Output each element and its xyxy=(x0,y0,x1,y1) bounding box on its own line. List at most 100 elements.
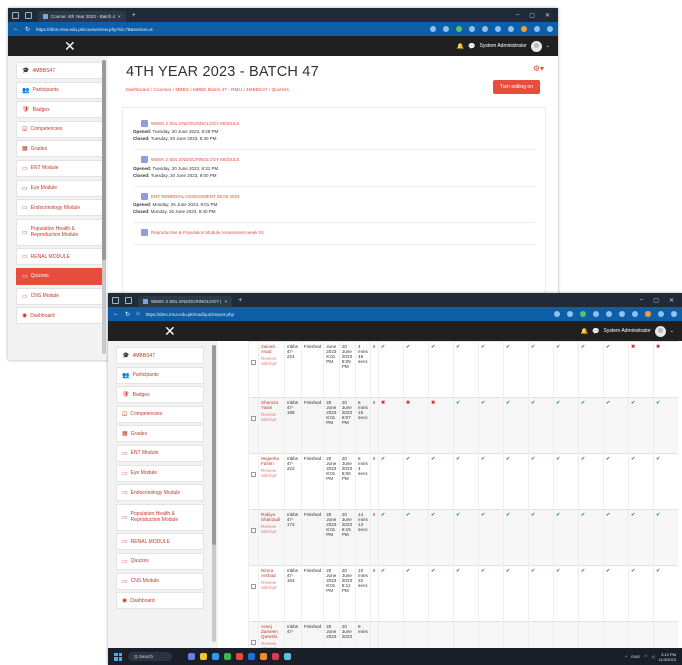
avatar[interactable] xyxy=(530,40,542,52)
quiz-link[interactable]: Reproductive & Population Module Assessm… xyxy=(141,229,535,237)
collections-icon[interactable] xyxy=(619,311,625,317)
avatar[interactable] xyxy=(654,325,666,337)
sidebar-item-participants[interactable]: 👥 Participants xyxy=(116,366,204,384)
extension-icon[interactable] xyxy=(469,26,475,32)
sidebar-item-population-health-reproduction-module[interactable]: ▭ Population Health & Reproduction Module xyxy=(16,218,104,246)
browser-tab-course[interactable]: Course: 4th Year 2023 - Batch 4 × xyxy=(38,11,126,22)
grade-link[interactable]: 6 xyxy=(373,400,376,405)
correct-mark[interactable]: ✔ · xyxy=(556,344,576,350)
sidebar-item-badges[interactable]: 🛡 Badges xyxy=(116,386,204,404)
close-drawer-icon[interactable]: ✕ xyxy=(64,38,76,55)
favorite-icon[interactable] xyxy=(443,26,449,32)
correct-mark[interactable]: ✔ · xyxy=(631,400,651,406)
correct-mark[interactable]: ✔ · xyxy=(531,568,551,574)
correct-mark[interactable]: ✔ · xyxy=(381,568,401,574)
tab-close-icon[interactable]: × xyxy=(118,14,121,19)
chrome-icon[interactable] xyxy=(224,653,231,660)
gear-icon[interactable]: ⚙▾ xyxy=(533,64,544,73)
user-menu[interactable]: 🔔 💬 System Administrator ⌄ xyxy=(457,40,550,52)
row-checkbox[interactable] xyxy=(251,640,256,645)
app-icon[interactable] xyxy=(284,653,291,660)
profile-avatar-icon[interactable] xyxy=(658,311,664,317)
sidebar-item-eye-module[interactable]: ▭ Eye Module xyxy=(16,179,104,197)
correct-mark[interactable]: ✔ · xyxy=(506,512,526,518)
extension-icon[interactable] xyxy=(430,26,436,32)
correct-mark[interactable]: ✔ · xyxy=(506,400,526,406)
sidebar-item-competencies[interactable]: ☑ Competencies xyxy=(16,120,104,138)
word-icon[interactable] xyxy=(248,653,255,660)
student-name[interactable]: Sharoza Yasin xyxy=(261,400,278,410)
correct-mark[interactable]: ✔ · xyxy=(481,400,501,406)
review-attempt-link[interactable]: Review attempt xyxy=(261,356,282,366)
browser-tab-quiz-report[interactable]: WEEK 2 SDL ENDOCRINOLOGY | × xyxy=(138,296,233,307)
minimize-icon[interactable]: – xyxy=(516,12,519,19)
extension-icon[interactable] xyxy=(554,311,560,317)
sidebar-item-renal-module[interactable]: ▭ RENAL MODULE xyxy=(16,248,104,266)
grade-link[interactable]: 9 xyxy=(373,456,376,461)
sidebar-item-grades[interactable]: ▦ Grades xyxy=(16,140,104,158)
correct-mark[interactable]: ✔ · xyxy=(631,568,651,574)
bell-icon[interactable]: 🔔 xyxy=(457,43,464,50)
correct-mark[interactable]: ✔ · xyxy=(531,400,551,406)
quiz-link[interactable]: WEEK 2 SDL ENDOCRINOLOGY MODULE xyxy=(141,120,535,127)
grade-link[interactable]: 8 xyxy=(373,344,376,349)
turn-editing-on-button[interactable]: Turn editing on xyxy=(492,80,540,94)
chat-icon[interactable]: 💬 xyxy=(468,43,475,50)
new-tab-icon[interactable]: + xyxy=(132,12,136,19)
correct-mark[interactable]: ✔ · xyxy=(606,400,626,406)
sidebar-item-cns-module[interactable]: ▭ CNS Module xyxy=(16,287,104,305)
row-checkbox[interactable] xyxy=(251,584,256,589)
correct-mark[interactable]: ✔ · xyxy=(406,568,426,574)
profile-icon[interactable] xyxy=(12,11,19,19)
correct-mark[interactable]: ✔ · xyxy=(381,344,401,350)
correct-mark[interactable]: ✔ · xyxy=(581,344,601,350)
sidebar-item-competencies[interactable]: ☑ Competencies xyxy=(116,405,204,423)
row-checkbox[interactable] xyxy=(251,528,256,533)
row-checkbox[interactable] xyxy=(251,472,256,477)
sidebar-item-grades[interactable]: ▦ Grades xyxy=(116,425,204,443)
correct-mark[interactable]: ✔ · xyxy=(406,344,426,350)
sidebar-item-dashboard[interactable]: ◉ Dashboard xyxy=(16,307,104,325)
extension-icon[interactable] xyxy=(482,26,488,32)
correct-mark[interactable]: ✔ · xyxy=(606,512,626,518)
more-icon[interactable] xyxy=(671,311,677,317)
sidebar-item-4mbbs47[interactable]: 🎓 4MBBS47 xyxy=(116,347,204,364)
correct-mark[interactable]: ✔ · xyxy=(456,344,476,350)
correct-mark[interactable]: ✔ · xyxy=(656,400,676,406)
more-icon[interactable] xyxy=(547,26,553,32)
correct-mark[interactable]: ✔ · xyxy=(531,512,551,518)
correct-mark[interactable]: ✔ · xyxy=(531,456,551,462)
row-checkbox[interactable] xyxy=(251,360,256,365)
incorrect-mark[interactable]: ✖ · xyxy=(406,400,426,406)
sidebar-item-quizzes[interactable]: ▭ Quizzes xyxy=(16,267,104,285)
correct-mark[interactable]: ✔ · xyxy=(481,456,501,462)
wifi-icon[interactable]: ◠ xyxy=(644,654,648,659)
correct-mark[interactable]: ✔ · xyxy=(406,456,426,462)
student-name[interactable]: Rabiya Shahzadi xyxy=(261,512,280,522)
incorrect-mark[interactable]: ✖ · xyxy=(631,344,651,350)
correct-mark[interactable]: ✔ · xyxy=(431,512,451,518)
correct-mark[interactable]: ✔ · xyxy=(656,456,676,462)
grade-link[interactable]: 8 xyxy=(373,568,376,573)
student-name[interactable]: Zainab Asad xyxy=(261,344,275,354)
correct-mark[interactable]: ✔ · xyxy=(431,344,451,350)
chevron-down-icon[interactable]: ⌄ xyxy=(670,328,674,334)
correct-mark[interactable]: ✔ · xyxy=(581,456,601,462)
extension-icon[interactable] xyxy=(593,311,599,317)
correct-mark[interactable]: ✔ · xyxy=(556,568,576,574)
correct-mark[interactable]: ✔ · xyxy=(556,400,576,406)
correct-mark[interactable]: ✔ · xyxy=(606,568,626,574)
home-icon[interactable]: ⌂ xyxy=(136,311,140,317)
tab-actions-icon[interactable] xyxy=(25,11,32,19)
back-icon[interactable]: ← xyxy=(13,26,19,32)
row-checkbox[interactable] xyxy=(251,416,256,421)
edge-icon[interactable] xyxy=(212,653,219,660)
volume-icon[interactable]: ◁ xyxy=(651,654,654,659)
new-tab-icon[interactable]: + xyxy=(238,297,242,304)
maximize-icon[interactable]: ▢ xyxy=(529,12,535,19)
sidebar-item-population-health-reproduction-module[interactable]: ▭ Population Health & Reproduction Module xyxy=(116,503,204,531)
sidebar-item-badges[interactable]: 🛡 Badges xyxy=(16,101,104,119)
clock[interactable]: 3:12 PM 11/3/2023 xyxy=(659,652,677,662)
bell-icon[interactable]: 🔔 xyxy=(581,328,588,335)
correct-mark[interactable]: ✔ · xyxy=(506,456,526,462)
